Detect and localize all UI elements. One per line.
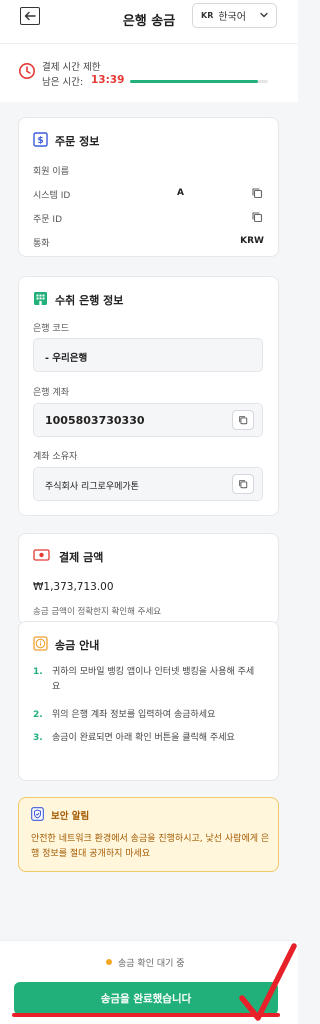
language-select[interactable]: KR 한국어: [192, 3, 277, 28]
arrow-left-icon: [24, 11, 36, 21]
shield-icon: [31, 807, 44, 821]
transfer-status-text: 송금 확인 대기 중: [118, 959, 185, 969]
order-info-card: $ 주문 정보 회원 이름 시스템 ID A 주문 ID 통화 KRW: [18, 117, 279, 257]
timer-title: 결제 시간 제한: [42, 62, 101, 73]
guide-step-text: 송금이 완료되면 아래 확인 버튼을 클릭해 주세요: [52, 733, 235, 743]
svg-text:$: $: [37, 136, 43, 146]
language-name: 한국어: [218, 12, 246, 23]
account-holder-label: 계좌 소유자: [33, 452, 78, 462]
clock-icon: [19, 63, 35, 79]
back-button[interactable]: [20, 7, 40, 25]
copy-icon: [239, 480, 248, 489]
copy-icon[interactable]: [251, 187, 263, 199]
dollar-doc-icon: $: [33, 132, 48, 147]
bank-info-title: 수취 은행 정보: [55, 294, 124, 307]
system-id-value: A: [177, 188, 184, 198]
guide-step-number: 2.: [33, 710, 43, 720]
security-alert: 보안 알림 안전한 네트워크 환경에서 송금을 진행하시고, 낯선 사람에게 은…: [18, 797, 279, 872]
currency-value: KRW: [240, 236, 264, 246]
bank-code-value: - 우리은행: [45, 353, 88, 364]
annotation-checkmark-icon: [239, 943, 297, 1021]
bank-info-card: 수취 은행 정보 은행 코드 - 우리은행 은행 계좌 100580373033…: [18, 276, 279, 516]
guide-step-number: 1.: [33, 667, 43, 677]
currency-label: 통화: [33, 239, 50, 249]
security-alert-text: 안전한 네트워크 환경에서 송금을 진행하시고, 낯선 사람에게 은행 정보를 …: [31, 834, 270, 859]
bank-account-value: 1005803730330: [45, 414, 145, 427]
security-alert-title: 보안 알림: [51, 811, 90, 822]
payment-amount-value: ₩1,373,713.00: [33, 581, 114, 593]
payment-amount-title: 결제 금액: [59, 551, 104, 564]
member-name-label: 회원 이름: [33, 167, 69, 177]
payment-timer-panel: [0, 44, 298, 102]
timer-remaining-value: 13:39: [91, 74, 125, 86]
guide-step-text: 위의 은행 계좌 정보를 입력하여 송금하세요: [52, 710, 216, 720]
copy-icon: [239, 416, 248, 425]
payment-amount-card: 결제 금액 ₩1,373,713.00 송금 금액이 정확한지 확인해 주세요: [18, 533, 279, 625]
status-dot: [106, 959, 112, 965]
order-id-label: 주문 ID: [33, 215, 63, 225]
guide-step-text: 귀하의 모바일 뱅킹 앱이나 인터넷 뱅킹을 사용해 주세요: [52, 667, 255, 692]
order-info-title: 주문 정보: [55, 135, 100, 148]
system-id-label: 시스템 ID: [33, 191, 71, 201]
copy-holder-button[interactable]: [232, 474, 254, 494]
payment-amount-note: 송금 금액이 정확한지 확인해 주세요: [33, 607, 162, 617]
bank-account-label: 은행 계좌: [33, 388, 69, 398]
copy-account-button[interactable]: [232, 410, 254, 430]
bank-code-field: - 우리은행: [33, 338, 263, 372]
banknote-icon: [33, 549, 50, 561]
building-icon: [34, 292, 47, 305]
timer-progress-bar: [130, 80, 268, 83]
chevron-down-icon: [260, 12, 268, 18]
language-code: KR: [201, 11, 214, 20]
transfer-guide-title: 송금 안내: [55, 639, 100, 652]
bank-account-field: 1005803730330: [33, 403, 263, 437]
bank-code-label: 은행 코드: [33, 324, 69, 334]
account-holder-value: 주식회사 리그로우메가톤: [45, 482, 139, 492]
timer-remaining-label: 남은 시간:: [42, 77, 84, 88]
info-icon: [33, 636, 48, 651]
guide-step-number: 3.: [33, 733, 43, 743]
account-holder-field: 주식회사 리그로우메가톤: [33, 467, 263, 501]
copy-icon[interactable]: [251, 211, 263, 223]
timer-progress-fill: [130, 80, 259, 83]
transfer-guide-card: 송금 안내 1. 귀하의 모바일 뱅킹 앱이나 인터넷 뱅킹을 사용해 주세요 …: [18, 621, 279, 781]
